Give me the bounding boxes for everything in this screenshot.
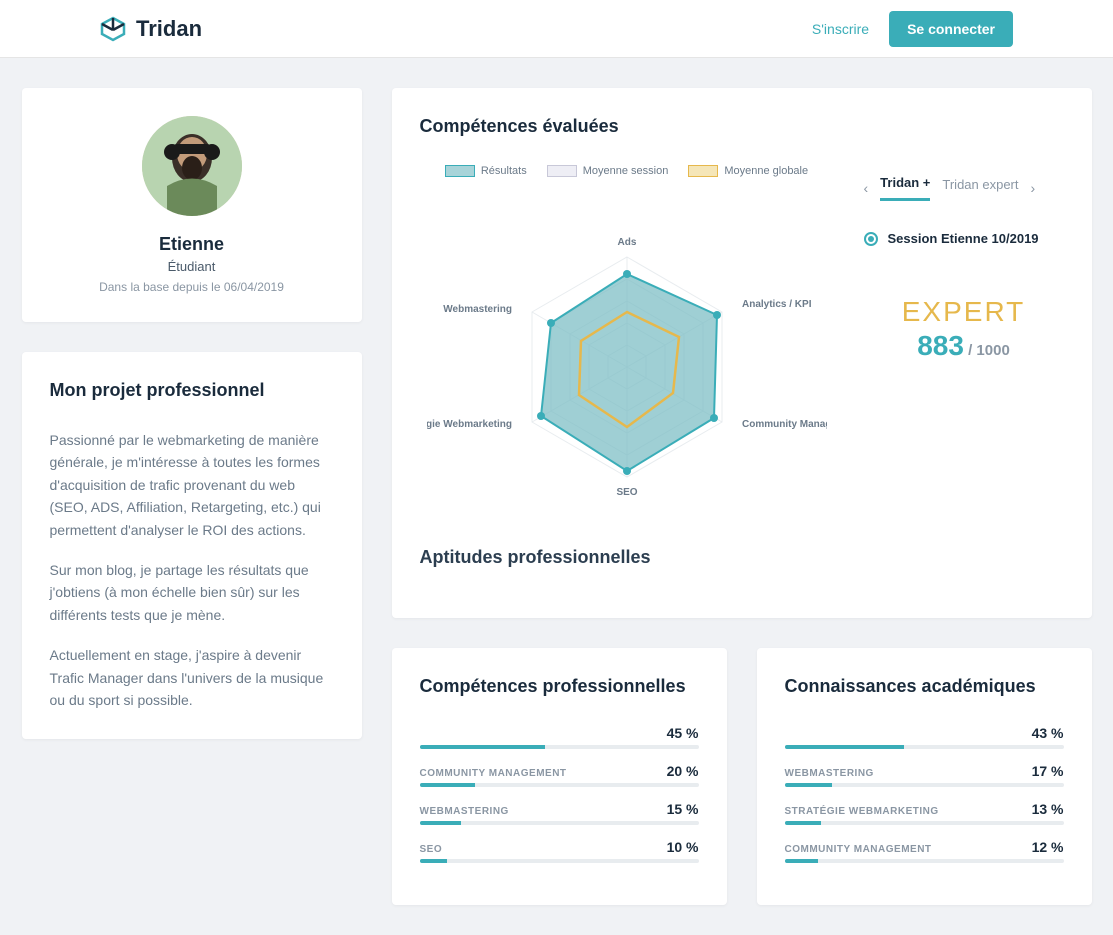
bar-pct: 13 % xyxy=(1032,801,1064,817)
logo-icon xyxy=(100,16,126,42)
bar-label: WEBMASTERING xyxy=(420,806,509,817)
header-actions: S'inscrire Se connecter xyxy=(812,11,1013,47)
svg-text:SEO: SEO xyxy=(616,487,637,498)
project-p3: Actuellement en stage, j'aspire à deveni… xyxy=(50,644,334,711)
project-title: Mon projet professionnel xyxy=(50,380,334,401)
project-p1: Passionné par le webmarketing de manière… xyxy=(50,429,334,541)
avatar xyxy=(142,116,242,216)
brand[interactable]: Tridan xyxy=(100,16,202,42)
academic-title: Connaissances académiques xyxy=(785,676,1064,697)
bar-track xyxy=(785,859,1064,863)
radar-chart: Résultats Moyenne session Moyenne global… xyxy=(420,165,834,517)
project-card: Mon projet professionnel Passionné par l… xyxy=(22,352,362,739)
academic-card: Connaissances académiques 43 % WEBMASTERI… xyxy=(757,648,1092,905)
tab-tridan-plus[interactable]: Tridan + xyxy=(880,175,930,201)
bar-track xyxy=(785,745,1064,749)
bar-pct: 45 % xyxy=(667,725,699,741)
bar-row: STRATÉGIE WEBMARKETING 13 % xyxy=(785,801,1064,825)
bar-label: SEO xyxy=(420,844,443,855)
bar-pct: 43 % xyxy=(1032,725,1064,741)
competences-title: Compétences évaluées xyxy=(420,116,1064,137)
svg-text:Community Management: Community Management xyxy=(742,419,827,430)
score-value: 883 xyxy=(917,330,964,361)
legend-results: Résultats xyxy=(445,165,527,177)
svg-text:Ads: Ads xyxy=(617,237,636,248)
bar-label: COMMUNITY MANAGEMENT xyxy=(785,844,932,855)
score-sep: / xyxy=(964,342,977,359)
bar-row: SEO 10 % xyxy=(420,839,699,863)
bar-label: STRATÉGIE WEBMARKETING xyxy=(785,806,939,817)
bar-label: WEBMASTERING xyxy=(785,768,874,779)
bar-track xyxy=(420,859,699,863)
profile-name: Etienne xyxy=(50,234,334,255)
score-level: EXPERT xyxy=(864,296,1064,328)
bar-row: WEBMASTERING 15 % xyxy=(420,801,699,825)
bar-row: WEBMASTERING 17 % xyxy=(785,763,1064,787)
profile-since: Dans la base depuis le 06/04/2019 xyxy=(50,280,334,294)
bar-track xyxy=(420,783,699,787)
score-block: EXPERT 883 / 1000 xyxy=(864,296,1064,362)
svg-text:Stratégie Webmarketing: Stratégie Webmarketing xyxy=(427,419,512,430)
profile-role: Étudiant xyxy=(50,259,334,274)
aptitudes-title: Aptitudes professionnelles xyxy=(420,547,1064,568)
header: Tridan S'inscrire Se connecter xyxy=(0,0,1113,58)
bar-row: 43 % xyxy=(785,725,1064,749)
chevron-left-icon[interactable]: ‹ xyxy=(864,180,869,196)
bar-pct: 12 % xyxy=(1032,839,1064,855)
login-button[interactable]: Se connecter xyxy=(889,11,1013,47)
radio-icon xyxy=(864,232,878,246)
tab-tridan-expert[interactable]: Tridan expert xyxy=(942,177,1018,200)
bar-track xyxy=(785,783,1064,787)
svg-text:Analytics / KPI: Analytics / KPI xyxy=(742,299,812,310)
pro-skills-title: Compétences professionnelles xyxy=(420,676,699,697)
legend-global-avg: Moyenne globale xyxy=(688,165,808,177)
variant-tabs: ‹ Tridan + Tridan expert › xyxy=(864,175,1064,201)
bar-row: 45 % xyxy=(420,725,699,749)
bar-track xyxy=(420,821,699,825)
session-label: Session Etienne 10/2019 xyxy=(888,231,1039,246)
bar-label: COMMUNITY MANAGEMENT xyxy=(420,768,567,779)
chevron-right-icon[interactable]: › xyxy=(1031,180,1036,196)
signup-link[interactable]: S'inscrire xyxy=(812,21,869,37)
project-p2: Sur mon blog, je partage les résultats q… xyxy=(50,559,334,626)
bar-row: COMMUNITY MANAGEMENT 12 % xyxy=(785,839,1064,863)
svg-text:Webmastering: Webmastering xyxy=(443,304,512,315)
competences-card: Compétences évaluées Résultats Moyenne s… xyxy=(392,88,1092,618)
brand-text: Tridan xyxy=(136,16,202,42)
bar-pct: 10 % xyxy=(667,839,699,855)
profile-card: Etienne Étudiant Dans la base depuis le … xyxy=(22,88,362,322)
session-selector[interactable]: Session Etienne 10/2019 xyxy=(864,231,1064,246)
score-panel: ‹ Tridan + Tridan expert › Session Etien… xyxy=(864,165,1064,362)
bar-track xyxy=(420,745,699,749)
pro-skills-card: Compétences professionnelles 45 % COMMUNI… xyxy=(392,648,727,905)
score-max: 1000 xyxy=(976,342,1009,359)
bar-row: COMMUNITY MANAGEMENT 20 % xyxy=(420,763,699,787)
chart-legend: Résultats Moyenne session Moyenne global… xyxy=(420,165,834,177)
bar-pct: 17 % xyxy=(1032,763,1064,779)
bar-pct: 15 % xyxy=(667,801,699,817)
bar-track xyxy=(785,821,1064,825)
bar-pct: 20 % xyxy=(667,763,699,779)
legend-session-avg: Moyenne session xyxy=(547,165,669,177)
